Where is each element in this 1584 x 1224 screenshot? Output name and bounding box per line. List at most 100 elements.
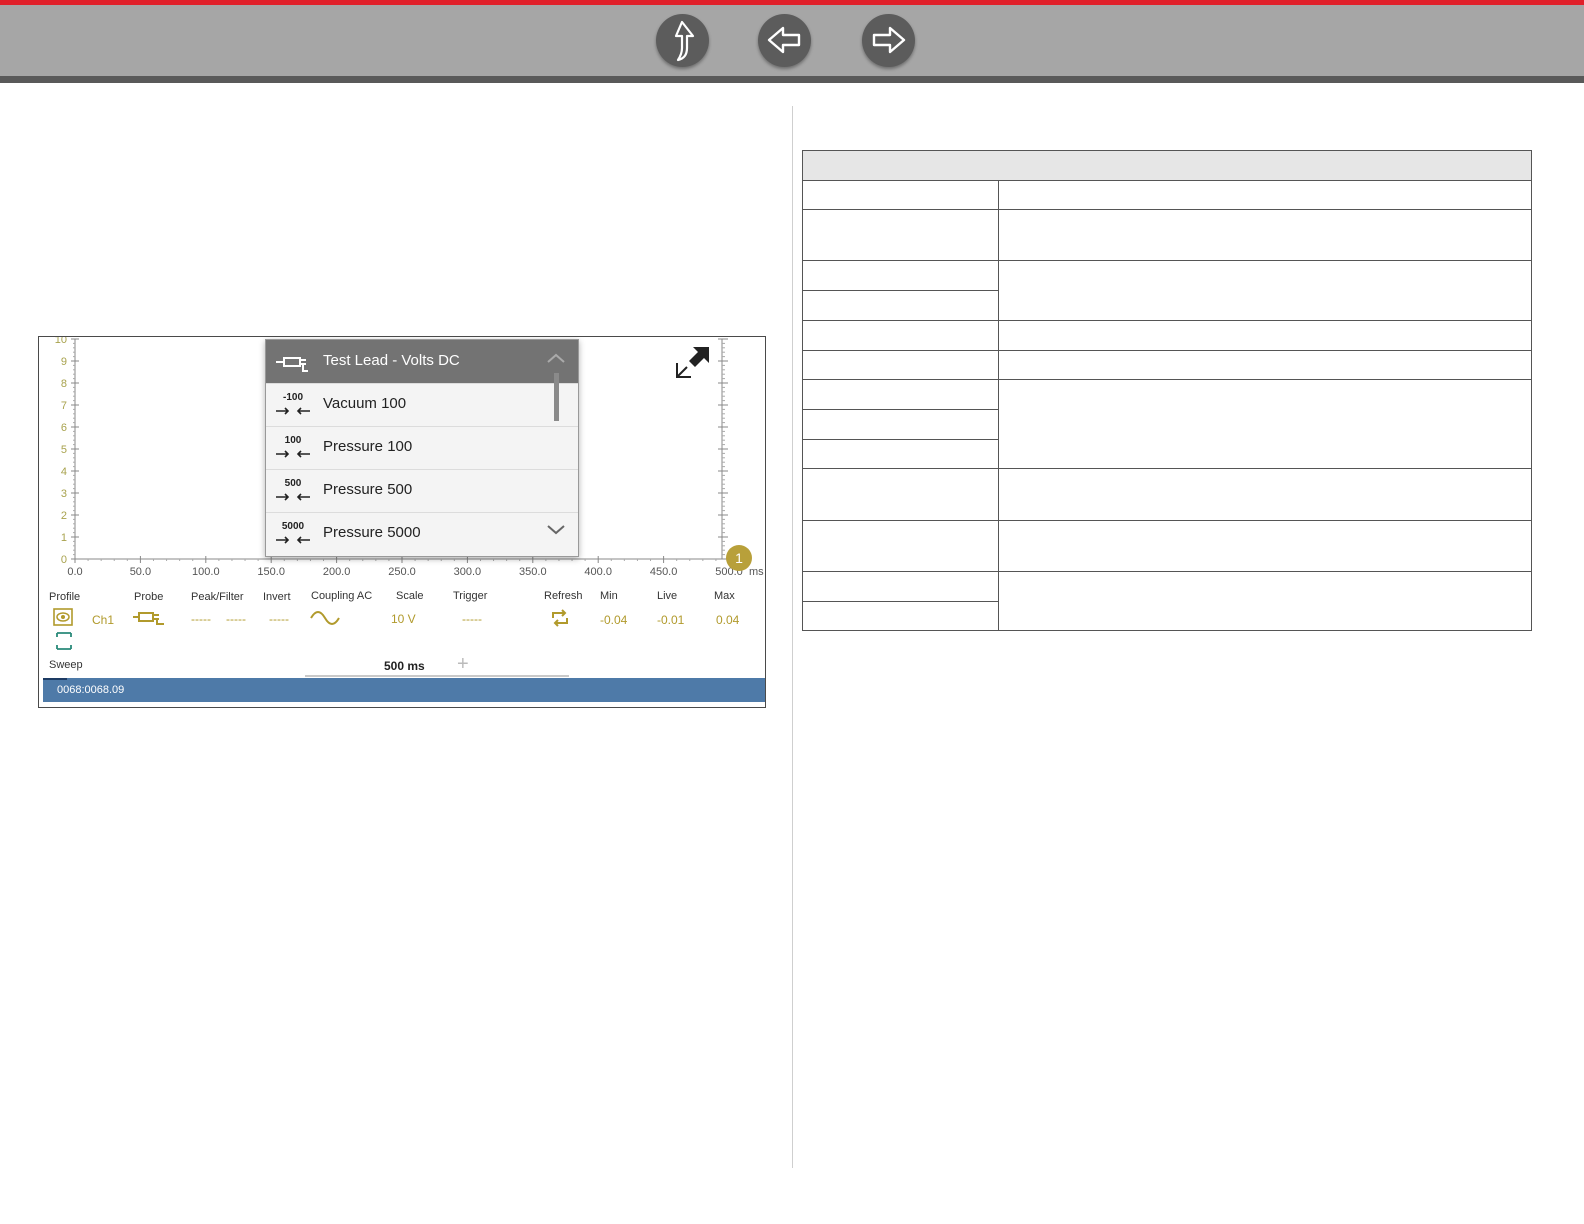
y-tick-label: 2 bbox=[61, 510, 67, 522]
scale-value[interactable]: 10 V bbox=[391, 612, 416, 626]
y-tick-label: 8 bbox=[61, 378, 67, 390]
max-header: Max bbox=[714, 590, 735, 602]
probe-dropdown[interactable]: Test Lead - Volts DC -100 Vacuum 100 100… bbox=[265, 339, 579, 557]
table-row bbox=[803, 260, 1531, 261]
test-lead-icon[interactable] bbox=[131, 608, 169, 628]
y-tick-label: 1 bbox=[61, 532, 67, 544]
chevron-up-icon[interactable] bbox=[546, 352, 566, 364]
back-button[interactable] bbox=[758, 14, 811, 67]
sweep-increase-button[interactable]: + bbox=[457, 653, 469, 676]
min-header: Min bbox=[600, 590, 618, 602]
reference-table bbox=[802, 150, 1532, 631]
probe-option-label: Vacuum 100 bbox=[323, 395, 407, 412]
pressure-icon: 500 bbox=[274, 474, 312, 508]
up-button[interactable] bbox=[656, 14, 709, 67]
expand-icon[interactable] bbox=[675, 345, 713, 379]
pressure-icon: 100 bbox=[274, 431, 312, 465]
x-tick-label: 350.0 bbox=[519, 566, 547, 578]
coupling-header: Coupling AC bbox=[311, 590, 373, 602]
table-header bbox=[803, 151, 1531, 181]
probe-option-vacuum-100[interactable]: -100 Vacuum 100 bbox=[266, 383, 578, 427]
peak-filter-header: Peak/Filter bbox=[191, 591, 244, 603]
up-arrow-icon bbox=[674, 20, 695, 62]
scale-header: Scale bbox=[396, 590, 424, 602]
test-lead-icon bbox=[276, 357, 308, 372]
scope-screen: 10 9 8 7 6 5 4 3 2 1 0 0.0 50.0 100.0 150.0 200.0 250.0… bbox=[38, 336, 766, 708]
table-row bbox=[803, 290, 999, 291]
x-tick-label: 50.0 bbox=[130, 566, 151, 578]
invert-value[interactable]: ----- bbox=[269, 612, 289, 626]
table-row bbox=[803, 350, 1531, 351]
column-divider bbox=[792, 106, 793, 1168]
x-tick-label: 0.0 bbox=[67, 566, 82, 578]
trigger-value[interactable]: ----- bbox=[462, 612, 482, 626]
channel-bracket-icon[interactable] bbox=[55, 631, 75, 651]
profile-header: Profile bbox=[49, 591, 81, 603]
x-tick-label: 100.0 bbox=[192, 566, 220, 578]
probe-option-label: Pressure 100 bbox=[323, 438, 413, 455]
chevron-down-icon[interactable] bbox=[546, 524, 566, 536]
peak-value[interactable]: ----- bbox=[191, 612, 211, 626]
table-row bbox=[803, 439, 999, 440]
max-value: 0.04 bbox=[716, 613, 740, 627]
right-arrow-icon bbox=[872, 26, 906, 54]
probe-option-test-lead[interactable]: Test Lead - Volts DC bbox=[266, 340, 578, 384]
channel-label[interactable]: Ch1 bbox=[92, 613, 114, 627]
table-row bbox=[803, 468, 1531, 469]
probe-option-pressure-5000[interactable]: 5000 Pressure 5000 bbox=[266, 512, 578, 555]
table-row bbox=[803, 379, 1531, 380]
y-tick-label: 5 bbox=[61, 444, 67, 456]
sweep-slider-track[interactable] bbox=[305, 675, 569, 677]
status-text: 0068:0068.09 bbox=[57, 684, 125, 696]
x-unit-label: ms bbox=[749, 566, 764, 578]
ac-wave-icon[interactable] bbox=[309, 608, 343, 628]
x-tick-label: 250.0 bbox=[388, 566, 416, 578]
pressure-icon: 5000 bbox=[274, 517, 312, 551]
trigger-header: Trigger bbox=[453, 590, 488, 602]
sweep-value: 500 ms bbox=[384, 659, 425, 673]
table-row bbox=[803, 320, 1531, 321]
y-tick-label: 10 bbox=[55, 337, 67, 346]
table-row bbox=[803, 520, 1531, 521]
live-header: Live bbox=[657, 590, 678, 602]
probe-option-pressure-500[interactable]: 500 Pressure 500 bbox=[266, 469, 578, 513]
table-column-divider bbox=[998, 180, 999, 630]
trace-marker[interactable]: 1 bbox=[726, 545, 752, 571]
x-tick-label: 150.0 bbox=[257, 566, 285, 578]
table-row bbox=[803, 601, 999, 602]
vacuum-icon: -100 bbox=[274, 388, 312, 422]
top-toolbar bbox=[0, 0, 1584, 83]
min-value: -0.04 bbox=[600, 613, 628, 627]
eye-icon[interactable] bbox=[53, 608, 75, 628]
table-row bbox=[803, 409, 999, 410]
y-tick-label: 9 bbox=[61, 356, 67, 368]
y-tick-label: 4 bbox=[61, 466, 67, 478]
probe-header: Probe bbox=[134, 591, 164, 603]
forward-button[interactable] bbox=[862, 14, 915, 67]
status-scroll-thumb[interactable] bbox=[43, 678, 67, 680]
top-accent-stripe bbox=[0, 0, 1584, 5]
x-tick-label: 200.0 bbox=[323, 566, 351, 578]
left-arrow-icon bbox=[767, 26, 801, 54]
probe-option-label: Test Lead - Volts DC bbox=[323, 352, 460, 369]
probe-option-label: Pressure 500 bbox=[323, 481, 413, 498]
y-tick-label: 3 bbox=[61, 488, 67, 500]
y-tick-label: 7 bbox=[61, 400, 67, 412]
refresh-icon[interactable] bbox=[549, 608, 571, 628]
probe-option-pressure-100[interactable]: 100 Pressure 100 bbox=[266, 426, 578, 470]
status-bar: 0068:0068.09 bbox=[43, 678, 765, 702]
x-tick-label: 300.0 bbox=[454, 566, 482, 578]
invert-header: Invert bbox=[263, 591, 291, 603]
probe-option-label: Pressure 5000 bbox=[323, 524, 421, 541]
toolbar-bottom-border bbox=[0, 76, 1584, 83]
filter-value[interactable]: ----- bbox=[226, 612, 246, 626]
refresh-header: Refresh bbox=[544, 590, 583, 602]
table-row bbox=[803, 571, 1531, 572]
y-tick-label: 6 bbox=[61, 422, 67, 434]
x-tick-label: 400.0 bbox=[584, 566, 612, 578]
y-tick-label: 0 bbox=[61, 554, 67, 566]
table-row bbox=[803, 209, 1531, 210]
sweep-label: Sweep bbox=[49, 659, 83, 671]
x-tick-label: 450.0 bbox=[650, 566, 678, 578]
live-value: -0.01 bbox=[657, 613, 685, 627]
